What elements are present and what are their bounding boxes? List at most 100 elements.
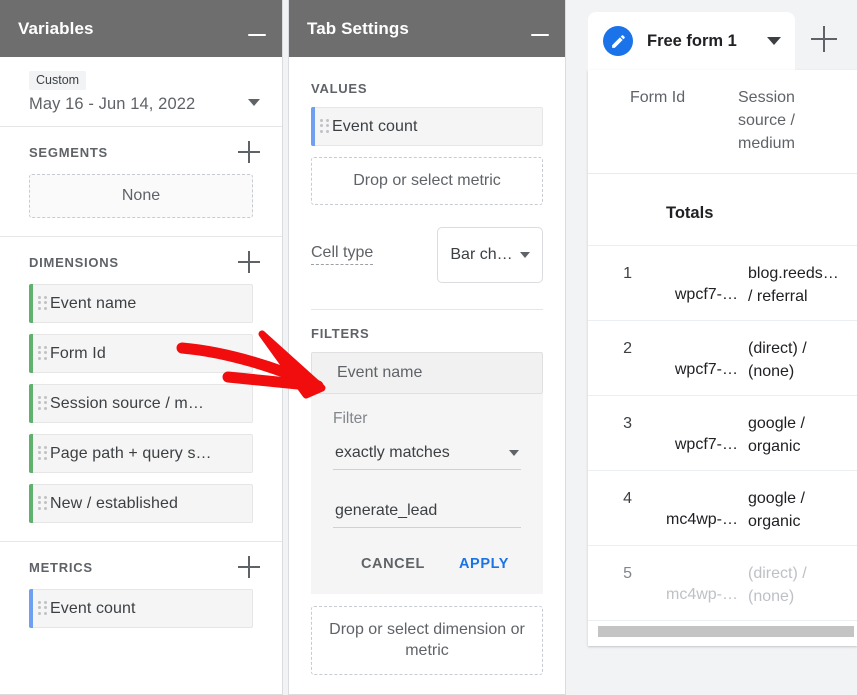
minimize-icon[interactable] [531,34,549,36]
filter-match-type-select[interactable]: exactly matches [333,444,521,470]
values-metric-chip-label: Event count [332,118,418,136]
dimensions-header: DIMENSIONS [17,251,265,273]
add-segment-plus-icon[interactable] [238,141,260,163]
dimension-chip[interactable]: Session source / m… [29,384,253,423]
drag-handle-icon[interactable] [38,446,47,462]
segments-label: SEGMENTS [29,145,108,160]
variables-panel-title: Variables [18,19,94,39]
table-totals-row: Totals [588,174,857,246]
row-index: 2 [588,337,632,360]
date-range-value: May 16 - Jun 14, 2022 [29,95,265,114]
metric-chip[interactable]: Event count [29,589,253,628]
report-tab-label: Free form 1 [647,32,737,51]
report-area: Free form 1 Form Id Session source / med… [572,0,857,695]
row-index: 4 [588,487,632,510]
filter-editor-actions: CANCEL APPLY [333,548,521,580]
row-session-source-medium: google / organic [738,487,842,533]
row-session-source-medium: (direct) / (none) [738,337,842,383]
dimension-chip-label: Event name [50,295,136,313]
tab-settings-panel-header: Tab Settings [289,0,565,57]
row-form-id: mc4wp-… [632,562,738,606]
filter-editor-title: Filter [333,410,521,428]
drag-handle-icon[interactable] [38,601,47,617]
table-row[interactable]: 4 mc4wp-… google / organic [588,471,857,546]
table-header-row: Form Id Session source / medium [588,70,857,174]
row-form-id: wpcf7-… [632,337,738,381]
table-row[interactable]: 2 wpcf7-… (direct) / (none) [588,321,857,396]
variables-panel: Variables Custom May 16 - Jun 14, 2022 S… [0,0,283,695]
dimension-chip[interactable]: Event name [29,284,253,323]
values-metric-chip[interactable]: Event count [311,107,543,146]
horizontal-scrollbar[interactable] [598,626,854,637]
report-tab-free-form-1[interactable]: Free form 1 [588,12,795,70]
report-table-card: Form Id Session source / medium Totals 1… [588,70,857,646]
metric-chip-label: Event count [50,600,136,618]
values-section: VALUES Event count Drop or select metric… [289,73,565,310]
metrics-header: METRICS [17,556,265,578]
chevron-down-icon[interactable] [767,37,781,45]
apply-button[interactable]: APPLY [449,548,519,580]
dimensions-label: DIMENSIONS [29,255,119,270]
variables-panel-header: Variables [0,0,282,57]
row-form-id: mc4wp-… [632,487,738,531]
chevron-down-icon [520,252,530,258]
filters-label: FILTERS [311,326,548,341]
dimension-chip[interactable]: New / established [29,484,253,523]
dimension-chip-label: New / established [50,495,178,513]
drag-handle-icon[interactable] [38,296,47,312]
dimension-chip-label: Session source / m… [50,395,204,413]
dimension-chip[interactable]: Form Id [29,334,253,373]
row-index: 3 [588,412,632,435]
column-header-form-id[interactable]: Form Id [616,86,738,173]
row-form-id: wpcf7-… [632,412,738,456]
filters-event-name-chip[interactable]: Event name [311,352,543,394]
drag-handle-icon[interactable] [38,346,47,362]
minimize-icon[interactable] [248,34,266,36]
column-header-index [588,86,616,173]
row-session-source-medium: (direct) / (none) [738,562,842,608]
metrics-section: METRICS Event count [0,542,282,646]
tab-settings-body: VALUES Event count Drop or select metric… [289,57,565,675]
cell-type-row: Cell type Bar ch… [311,227,543,310]
row-session-source-medium: blog.reeds… / referral [738,262,842,308]
filters-section: FILTERS Event name Filter exactly matche… [289,310,565,675]
table-row[interactable]: 1 wpcf7-… blog.reeds… / referral [588,246,857,321]
add-dimension-plus-icon[interactable] [238,251,260,273]
dimension-chip-label: Form Id [50,345,106,363]
tab-settings-panel-title: Tab Settings [307,19,409,39]
segments-empty-slot[interactable]: None [29,174,253,218]
chevron-down-icon[interactable] [248,99,260,106]
cell-type-value: Bar ch… [450,246,512,264]
segments-section: SEGMENTS None [0,127,282,237]
date-range-selector[interactable]: Custom May 16 - Jun 14, 2022 [0,57,282,127]
drag-handle-icon[interactable] [320,119,329,135]
dimension-chip[interactable]: Page path + query s… [29,434,253,473]
tab-settings-panel: Tab Settings VALUES Event count Drop or … [288,0,566,695]
cell-type-select[interactable]: Bar ch… [437,227,543,283]
add-metric-plus-icon[interactable] [238,556,260,578]
row-session-source-medium: google / organic [738,412,842,458]
values-label: VALUES [311,81,548,96]
table-row[interactable]: 5 mc4wp-… (direct) / (none) [588,546,857,621]
table-totals-label: Totals [588,190,713,223]
dimension-chip-label: Page path + query s… [50,445,212,463]
table-row[interactable]: 3 wpcf7-… google / organic [588,396,857,471]
filter-value-input[interactable]: generate_lead [333,502,521,528]
segments-header: SEGMENTS [17,141,265,163]
tab-settings-drop-zone[interactable]: Drop or select dimension or metric [311,606,543,675]
metrics-label: METRICS [29,560,93,575]
column-header-session-source-medium[interactable]: Session source / medium [738,86,842,173]
values-drop-zone[interactable]: Drop or select metric [311,157,543,205]
cell-type-label: Cell type [311,244,373,265]
filter-match-type-value: exactly matches [335,444,450,462]
chevron-down-icon [509,450,519,456]
date-range-badge: Custom [29,71,86,90]
report-tab-bar: Free form 1 [588,12,837,70]
add-tab-plus-icon[interactable] [811,26,837,52]
drag-handle-icon[interactable] [38,496,47,512]
cancel-button[interactable]: CANCEL [351,548,435,580]
drag-handle-icon[interactable] [38,396,47,412]
row-form-id: wpcf7-… [632,262,738,306]
row-index: 1 [588,262,632,285]
dimensions-section: DIMENSIONS Event name Form Id Session so… [0,237,282,542]
